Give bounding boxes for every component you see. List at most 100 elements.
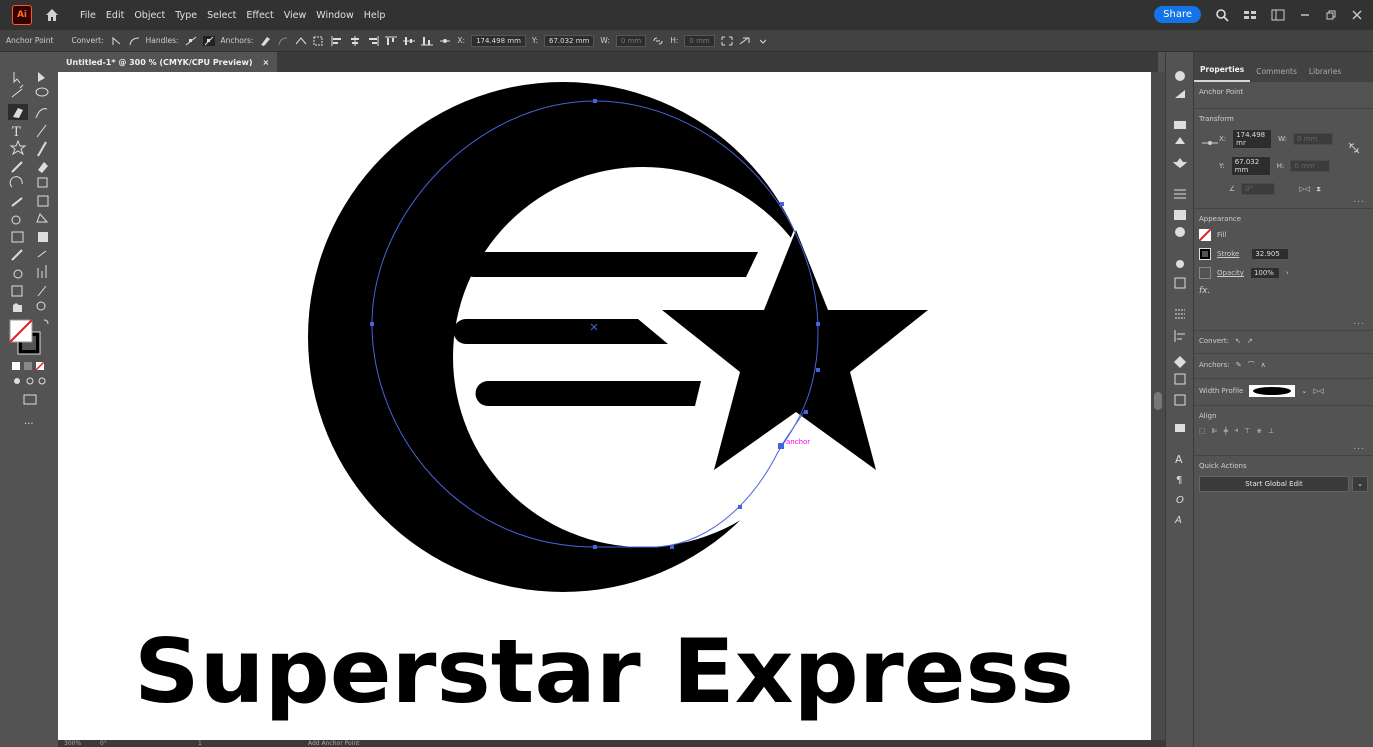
scrollbar-thumb[interactable]	[1154, 392, 1162, 410]
puppet-warp-icon[interactable]	[739, 36, 751, 46]
restore-icon[interactable]	[1325, 9, 1337, 21]
line-tool-icon[interactable]	[36, 124, 47, 138]
reference-point-icon[interactable]	[1202, 139, 1218, 147]
gradient-mode-icon[interactable]	[24, 362, 32, 370]
width-tool-icon[interactable]	[11, 197, 23, 207]
hide-handles-icon[interactable]	[202, 35, 215, 46]
column-graph-tool-icon[interactable]	[37, 265, 47, 278]
align-panel-icon[interactable]	[1174, 330, 1185, 342]
start-global-edit-button[interactable]: Start Global Edit	[1199, 476, 1349, 492]
screen-mode-icon[interactable]	[23, 394, 37, 405]
align-more-options[interactable]: ...	[1353, 442, 1365, 452]
global-edit-options-icon[interactable]: ⌄	[1352, 476, 1368, 492]
glyphs-panel-icon[interactable]: A	[1174, 515, 1182, 526]
magic-wand-tool-icon[interactable]	[11, 84, 24, 98]
constrain-proportions-icon[interactable]	[1347, 141, 1361, 155]
align-middle-icon[interactable]	[403, 36, 416, 46]
transform-w-field[interactable]: 0 mm	[1293, 133, 1334, 145]
gradient-panel-icon[interactable]	[1174, 210, 1186, 220]
stroke-swatch-icon[interactable]	[1199, 248, 1211, 260]
status-artboard[interactable]: 1	[198, 740, 202, 747]
constrain-link-icon[interactable]	[652, 36, 664, 46]
symbol-sprayer-tool-icon[interactable]	[13, 269, 23, 279]
minimize-icon[interactable]	[1299, 9, 1311, 21]
tab-libraries[interactable]: Libraries	[1303, 67, 1347, 82]
fill-none-swatch-icon[interactable]	[1199, 229, 1211, 241]
status-zoom[interactable]: 300%	[64, 740, 81, 747]
lasso-tool-icon[interactable]	[35, 87, 49, 97]
opacity-expand-icon[interactable]: ›	[1286, 269, 1289, 277]
asset-export-icon[interactable]	[1174, 394, 1186, 406]
transparency-icon[interactable]	[1175, 227, 1185, 237]
stroke-label[interactable]: Stroke	[1217, 250, 1239, 258]
align-right-icon[interactable]: ⫣	[1234, 426, 1238, 435]
reference-point-icon[interactable]	[439, 36, 451, 46]
flip-width-icon[interactable]: ▷◁	[1313, 387, 1324, 395]
shaper-tool-icon[interactable]	[11, 161, 23, 173]
scale-tool-icon[interactable]	[37, 177, 48, 188]
pathfinder-icon[interactable]	[1175, 424, 1185, 432]
appearance-panel-icon[interactable]	[1176, 260, 1184, 268]
symbols-icon[interactable]	[1173, 158, 1187, 168]
convert-corner-icon[interactable]: ↖	[1235, 337, 1241, 345]
paragraph-panel-icon[interactable]: ¶	[1176, 475, 1182, 486]
menu-view[interactable]: View	[284, 10, 307, 21]
gradient-tool-icon[interactable]	[38, 232, 48, 242]
align-bottom-icon[interactable]	[421, 36, 434, 46]
opacity-label[interactable]: Opacity	[1217, 269, 1244, 277]
convert-smooth-icon[interactable]	[128, 36, 140, 46]
eraser-tool-icon[interactable]	[38, 162, 48, 173]
menu-file[interactable]: File	[80, 10, 96, 21]
align-top-icon[interactable]	[385, 36, 398, 46]
control-y-field[interactable]: 67.032 mm	[544, 34, 595, 47]
control-w-field[interactable]: 0 mm	[615, 34, 647, 47]
speed-line-bottom[interactable]	[475, 381, 701, 406]
layers-icon[interactable]	[1174, 356, 1186, 368]
stroke-weight-field[interactable]: 32.905	[1251, 248, 1290, 260]
menu-help[interactable]: Help	[364, 10, 386, 21]
show-handles-icon[interactable]	[185, 36, 197, 46]
convert-corner-icon[interactable]	[110, 36, 122, 46]
transform-y-field[interactable]: 67.032 mm	[1230, 156, 1271, 176]
transform-angle-field[interactable]: 0°	[1241, 183, 1276, 195]
blend-tool-icon[interactable]	[37, 250, 47, 258]
draw-behind-icon[interactable]	[26, 377, 34, 385]
draw-inside-icon[interactable]	[38, 377, 46, 385]
shape-builder-tool-icon[interactable]	[11, 215, 21, 225]
direct-selection-tool-icon[interactable]	[38, 72, 45, 82]
type-tool-icon[interactable]: T	[12, 125, 21, 140]
align-to-icon[interactable]: ⬚	[1199, 427, 1206, 435]
menu-window[interactable]: Window	[316, 10, 353, 21]
menu-effect[interactable]: Effect	[246, 10, 273, 21]
hand-tool-icon[interactable]	[13, 303, 22, 312]
artboard-tool-icon[interactable]	[11, 285, 23, 297]
align-center-icon[interactable]	[349, 35, 361, 46]
connect-anchors-icon[interactable]: ⌒	[1248, 360, 1255, 370]
zoom-tool-icon[interactable]	[36, 301, 46, 311]
control-x-field[interactable]: 174.498 mm	[471, 34, 526, 47]
width-profile-chevron-icon[interactable]: ⌄	[1301, 387, 1307, 395]
stroke-panel-icon[interactable]	[1174, 189, 1186, 199]
selection-tool-icon[interactable]	[13, 72, 21, 84]
draw-normal-icon[interactable]	[14, 378, 20, 384]
align-vcenter-icon[interactable]: ⧺	[1256, 427, 1262, 435]
transform-more-options[interactable]: ...	[1353, 195, 1365, 205]
cut-path-icon[interactable]: ∧	[1261, 361, 1266, 369]
appearance-more-options[interactable]: ...	[1353, 317, 1365, 327]
opacity-field[interactable]: 100%	[1249, 267, 1280, 279]
speed-line-top[interactable]	[461, 252, 759, 277]
share-button[interactable]: Share	[1154, 6, 1201, 23]
curvature-tool-icon[interactable]	[35, 108, 48, 119]
color-guide-icon[interactable]	[1175, 90, 1185, 98]
align-right-icon[interactable]	[367, 35, 379, 46]
menu-type[interactable]: Type	[175, 10, 197, 21]
eyedropper-tool-icon[interactable]	[11, 249, 23, 261]
align-to-icon[interactable]	[313, 36, 325, 46]
mesh-tool-icon[interactable]	[11, 231, 24, 243]
convert-smooth-icon[interactable]: ↗	[1247, 337, 1253, 345]
connect-anchors-icon[interactable]	[277, 36, 289, 46]
artboards-icon[interactable]	[1174, 373, 1186, 385]
menu-edit[interactable]: Edit	[106, 10, 124, 21]
color-panel-icon[interactable]	[1175, 71, 1185, 81]
control-h-field[interactable]: 0 mm	[684, 34, 715, 47]
